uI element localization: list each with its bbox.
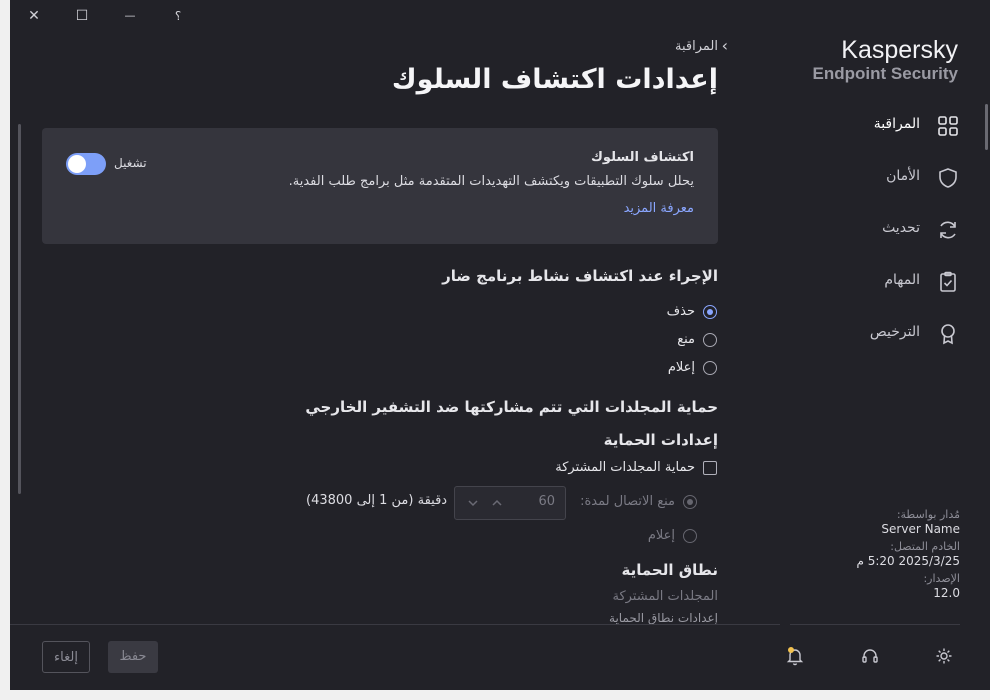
version-label: الإصدار: (923, 572, 960, 585)
scope-item: المجلدات المشتركة (612, 589, 718, 604)
footer-divider (10, 624, 780, 625)
breadcrumb[interactable]: المراقبة (675, 39, 718, 54)
close-icon[interactable]: ✕ (22, 6, 46, 26)
save-button[interactable]: حفظ (108, 641, 158, 673)
behavior-detection-toggle[interactable] (66, 153, 106, 175)
sidebar-item-label: الترخيص (869, 324, 920, 340)
action-heading: الإجراء عند اكتشاف نشاط برنامج ضار (442, 267, 718, 285)
protection-settings-heading: إعدادات الحماية (603, 431, 718, 449)
app-window: ✕ ☐ — ؟ Kaspersky Endpoint Security المر… (10, 0, 990, 690)
sidebar-item-update[interactable]: تحديث (840, 210, 970, 250)
sidebar-item-tasks[interactable]: المهام (840, 262, 970, 302)
block-connection-label: منع الاتصال لمدة: (580, 494, 675, 509)
award-icon (941, 324, 955, 345)
help-icon[interactable]: ؟ (166, 6, 190, 26)
sidebar-item-monitoring[interactable]: المراقبة (840, 106, 970, 146)
managed-by-value: Server Name (881, 522, 960, 536)
radio-delete[interactable] (703, 305, 717, 319)
chevron-left-icon[interactable]: ‹ (722, 36, 728, 55)
shared-folders-heading: حماية المجلدات التي تتم مشاركتها ضد التش… (305, 398, 718, 416)
protect-shared-folders-checkbox[interactable] (703, 461, 717, 475)
version-value: 12.0 (933, 586, 960, 600)
toggle-label: تشغيل (114, 156, 147, 170)
sidebar-item-licensing[interactable]: الترخيص (840, 314, 970, 354)
managed-by-label: مُدار بواسطة: (896, 508, 960, 521)
minimize-icon[interactable]: — (118, 6, 142, 26)
shield-icon (939, 168, 957, 188)
clipboard-icon (940, 271, 956, 292)
radio-block[interactable] (703, 333, 717, 347)
toggle-knob (68, 155, 86, 173)
bell-icon[interactable] (784, 645, 806, 667)
notify-shared-label: إعلام (647, 528, 675, 543)
block-duration-stepper[interactable]: 60 (454, 486, 566, 520)
radio-notify[interactable] (703, 361, 717, 375)
connected-label: الخادم المتصل: (890, 540, 960, 553)
sidebar-item-label: المهام (884, 272, 920, 288)
refresh-icon (940, 221, 956, 239)
grid-icon (938, 116, 958, 136)
headset-icon[interactable] (859, 645, 881, 667)
sidebar-scrollbar[interactable] (985, 104, 988, 150)
card-description: يحلل سلوك التطبيقات ويكتشف التهديدات الم… (288, 174, 694, 189)
radio-notify-shared[interactable] (683, 529, 697, 543)
brand-name: Kaspersky (841, 36, 958, 64)
block-duration-unit: دقيقة (من 1 إلى 43800) (306, 493, 448, 508)
block-duration-value: 60 (538, 494, 555, 509)
content-scrollbar[interactable] (18, 124, 21, 494)
page-title: إعدادات اكتشاف السلوك (391, 64, 718, 95)
radio-delete-label: حذف (666, 304, 695, 319)
brand-product: Endpoint Security (812, 64, 958, 83)
connected-value: 2025/3/25 5:20 م (856, 554, 960, 568)
chevron-down-icon[interactable] (467, 497, 479, 509)
gear-icon[interactable] (933, 645, 955, 667)
radio-notify-label: إعلام (667, 360, 695, 375)
maximize-icon[interactable]: ☐ (70, 6, 94, 26)
protect-shared-folders-label: حماية المجلدات المشتركة (555, 460, 695, 475)
behavior-detection-card: اكتشاف السلوك يحلل سلوك التطبيقات ويكتشف… (42, 128, 718, 244)
radio-block-label: منع (677, 332, 695, 347)
sidebar-item-label: تحديث (882, 220, 920, 236)
sidebar-item-security[interactable]: الأمان (840, 158, 970, 198)
scope-settings-link[interactable]: إعدادات نطاق الحماية (609, 611, 718, 624)
chevron-up-icon[interactable] (491, 497, 503, 509)
protection-scope-heading: نطاق الحماية (621, 561, 718, 579)
sidebar-footer-divider (790, 624, 960, 625)
cancel-button[interactable]: إلغاء (42, 641, 90, 673)
sidebar-item-label: المراقبة (873, 116, 920, 132)
radio-block-connection[interactable] (683, 495, 697, 509)
sidebar-item-label: الأمان (886, 168, 920, 184)
learn-more-link[interactable]: معرفة المزيد (624, 201, 694, 216)
card-title: اكتشاف السلوك (591, 150, 694, 165)
